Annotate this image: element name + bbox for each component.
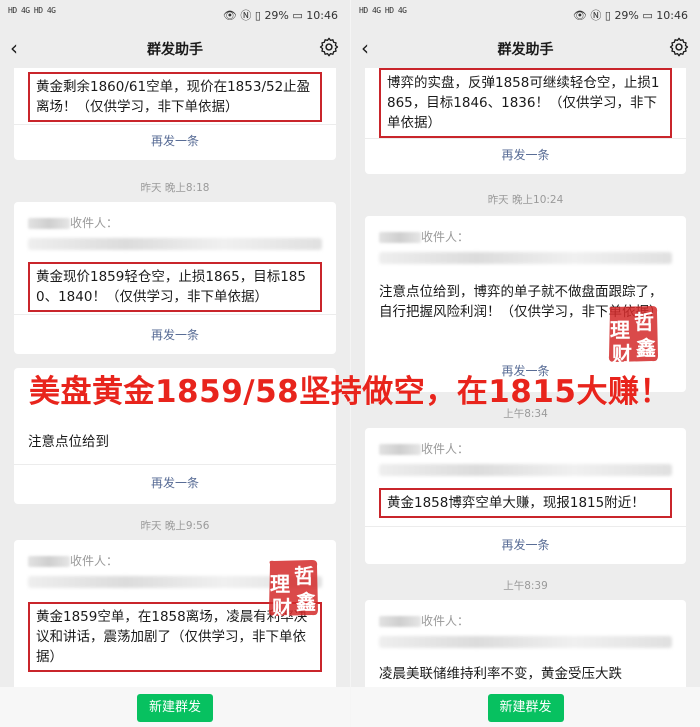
timestamp: 昨天 晚上8:18 (140, 182, 210, 194)
network-signal-indicator: HD 4G HD 4G (359, 6, 407, 15)
recipients-label: 收件人： (28, 552, 118, 569)
redacted-blur (379, 232, 421, 243)
redacted-recipients (379, 636, 672, 648)
resend-button[interactable]: 再发一条 (14, 474, 336, 491)
message-text: 黄金1858博弈空单大赚，现报1815附近！ (379, 488, 672, 518)
status-bar: HD 4G HD 4G 👁 Ⓝ ▯ 29% ▭ 10:46 (0, 0, 350, 28)
recipients-label: 收件人： (379, 612, 469, 629)
seal-char: 哲 (294, 564, 314, 588)
recipients-label: 收件人： (379, 440, 469, 457)
page-title: 群发助手 (497, 42, 554, 58)
vibrate-icon: ▯ (604, 9, 611, 22)
promo-headline: 美盘黄金1859/58坚持做空，在1815大赚！ (28, 374, 672, 410)
seal-watermark: 哲 理 鑫 财 (606, 304, 660, 366)
broadcast-card: 收件人： 凌晨美联储维持利率不变，黄金受压大跌 (365, 600, 686, 687)
timestamp: 上午8:39 (503, 580, 548, 592)
redacted-blur (379, 444, 421, 455)
gear-icon[interactable] (668, 36, 690, 58)
broadcast-card: 黄金剩余1860/61空单，现价在1853/52止盈离场！（仅供学习，非下单依据… (14, 68, 336, 160)
resend-button[interactable]: 再发一条 (14, 326, 336, 343)
battery-icon: ▭ (642, 9, 653, 22)
timestamp: 昨天 晚上10:24 (487, 194, 564, 206)
battery-percent: 29% (614, 9, 639, 22)
page-title: 群发助手 (147, 42, 203, 58)
card-divider (14, 124, 336, 125)
message-text: 凌晨美联储维持利率不变，黄金受压大跌 (379, 666, 622, 682)
nav-bar: ‹ 群发助手 (351, 28, 700, 68)
message-text: 注意点位给到 (28, 434, 109, 450)
clock: 10:46 (306, 9, 338, 22)
message-text: 黄金现价1859轻仓空，止损1865，目标1850、1840！（仅供学习，非下单… (28, 262, 322, 312)
redacted-blur (28, 218, 70, 229)
seal-char: 哲 (634, 310, 654, 334)
gear-icon[interactable] (318, 36, 340, 58)
redacted-recipients (379, 464, 672, 476)
new-broadcast-button[interactable]: 新建群发 (137, 694, 213, 722)
broadcast-card: 博弈的实盘，反弹1858可继续轻仓空，止损1865，目标1846、1836！（仅… (365, 68, 686, 174)
seal-char: 鑫 (296, 590, 316, 614)
seal-char: 鑫 (636, 336, 656, 360)
card-divider (365, 138, 686, 139)
new-broadcast-button[interactable]: 新建群发 (487, 694, 564, 722)
nfc-icon: Ⓝ (240, 9, 252, 22)
battery-percent: 29% (264, 9, 289, 22)
status-right: 👁 Ⓝ ▯ 29% ▭ 10:46 (573, 7, 688, 23)
bottom-bar: 新建群发 (0, 687, 350, 727)
broadcast-card: 收件人： 黄金1858博弈空单大赚，现报1815附近！ 再发一条 (365, 428, 686, 564)
recipients-label: 收件人： (28, 214, 118, 231)
resend-button[interactable]: 再发一条 (365, 536, 686, 553)
resend-button[interactable]: 再发一条 (365, 146, 686, 163)
broadcast-card: 收件人： 黄金现价1859轻仓空，止损1865，目标1850、1840！（仅供学… (14, 202, 336, 354)
recipients-label: 收件人： (379, 228, 469, 245)
clock: 10:46 (656, 9, 688, 22)
redacted-recipients (28, 238, 322, 250)
message-text: 黄金剩余1860/61空单，现价在1853/52止盈离场！（仅供学习，非下单依据… (28, 72, 322, 122)
nav-bar: ‹ 群发助手 (0, 28, 350, 68)
eye-icon: 👁 (222, 9, 237, 22)
status-bar: HD 4G HD 4G 👁 Ⓝ ▯ 29% ▭ 10:46 (351, 0, 700, 28)
nfc-icon: Ⓝ (590, 9, 602, 22)
redacted-recipients (379, 252, 672, 264)
status-right: 👁 Ⓝ ▯ 29% ▭ 10:46 (223, 7, 338, 23)
network-signal-indicator: HD 4G HD 4G (8, 6, 56, 15)
bottom-bar: 新建群发 (351, 687, 700, 727)
timestamp: 昨天 晚上9:56 (140, 520, 210, 532)
card-divider (14, 314, 336, 315)
card-divider (365, 526, 686, 527)
vibrate-icon: ▯ (254, 9, 261, 22)
message-text: 博弈的实盘，反弹1858可继续轻仓空，止损1865，目标1846、1836！（仅… (379, 68, 672, 138)
seal-watermark: 哲 理 鑫 财 (266, 558, 320, 620)
seal-char: 财 (612, 342, 632, 366)
redacted-blur (379, 616, 421, 627)
seal-char: 财 (272, 596, 292, 620)
card-divider (14, 464, 336, 465)
eye-icon: 👁 (572, 9, 587, 22)
battery-icon: ▭ (292, 9, 303, 22)
resend-button[interactable]: 再发一条 (14, 132, 336, 149)
redacted-blur (28, 556, 70, 567)
